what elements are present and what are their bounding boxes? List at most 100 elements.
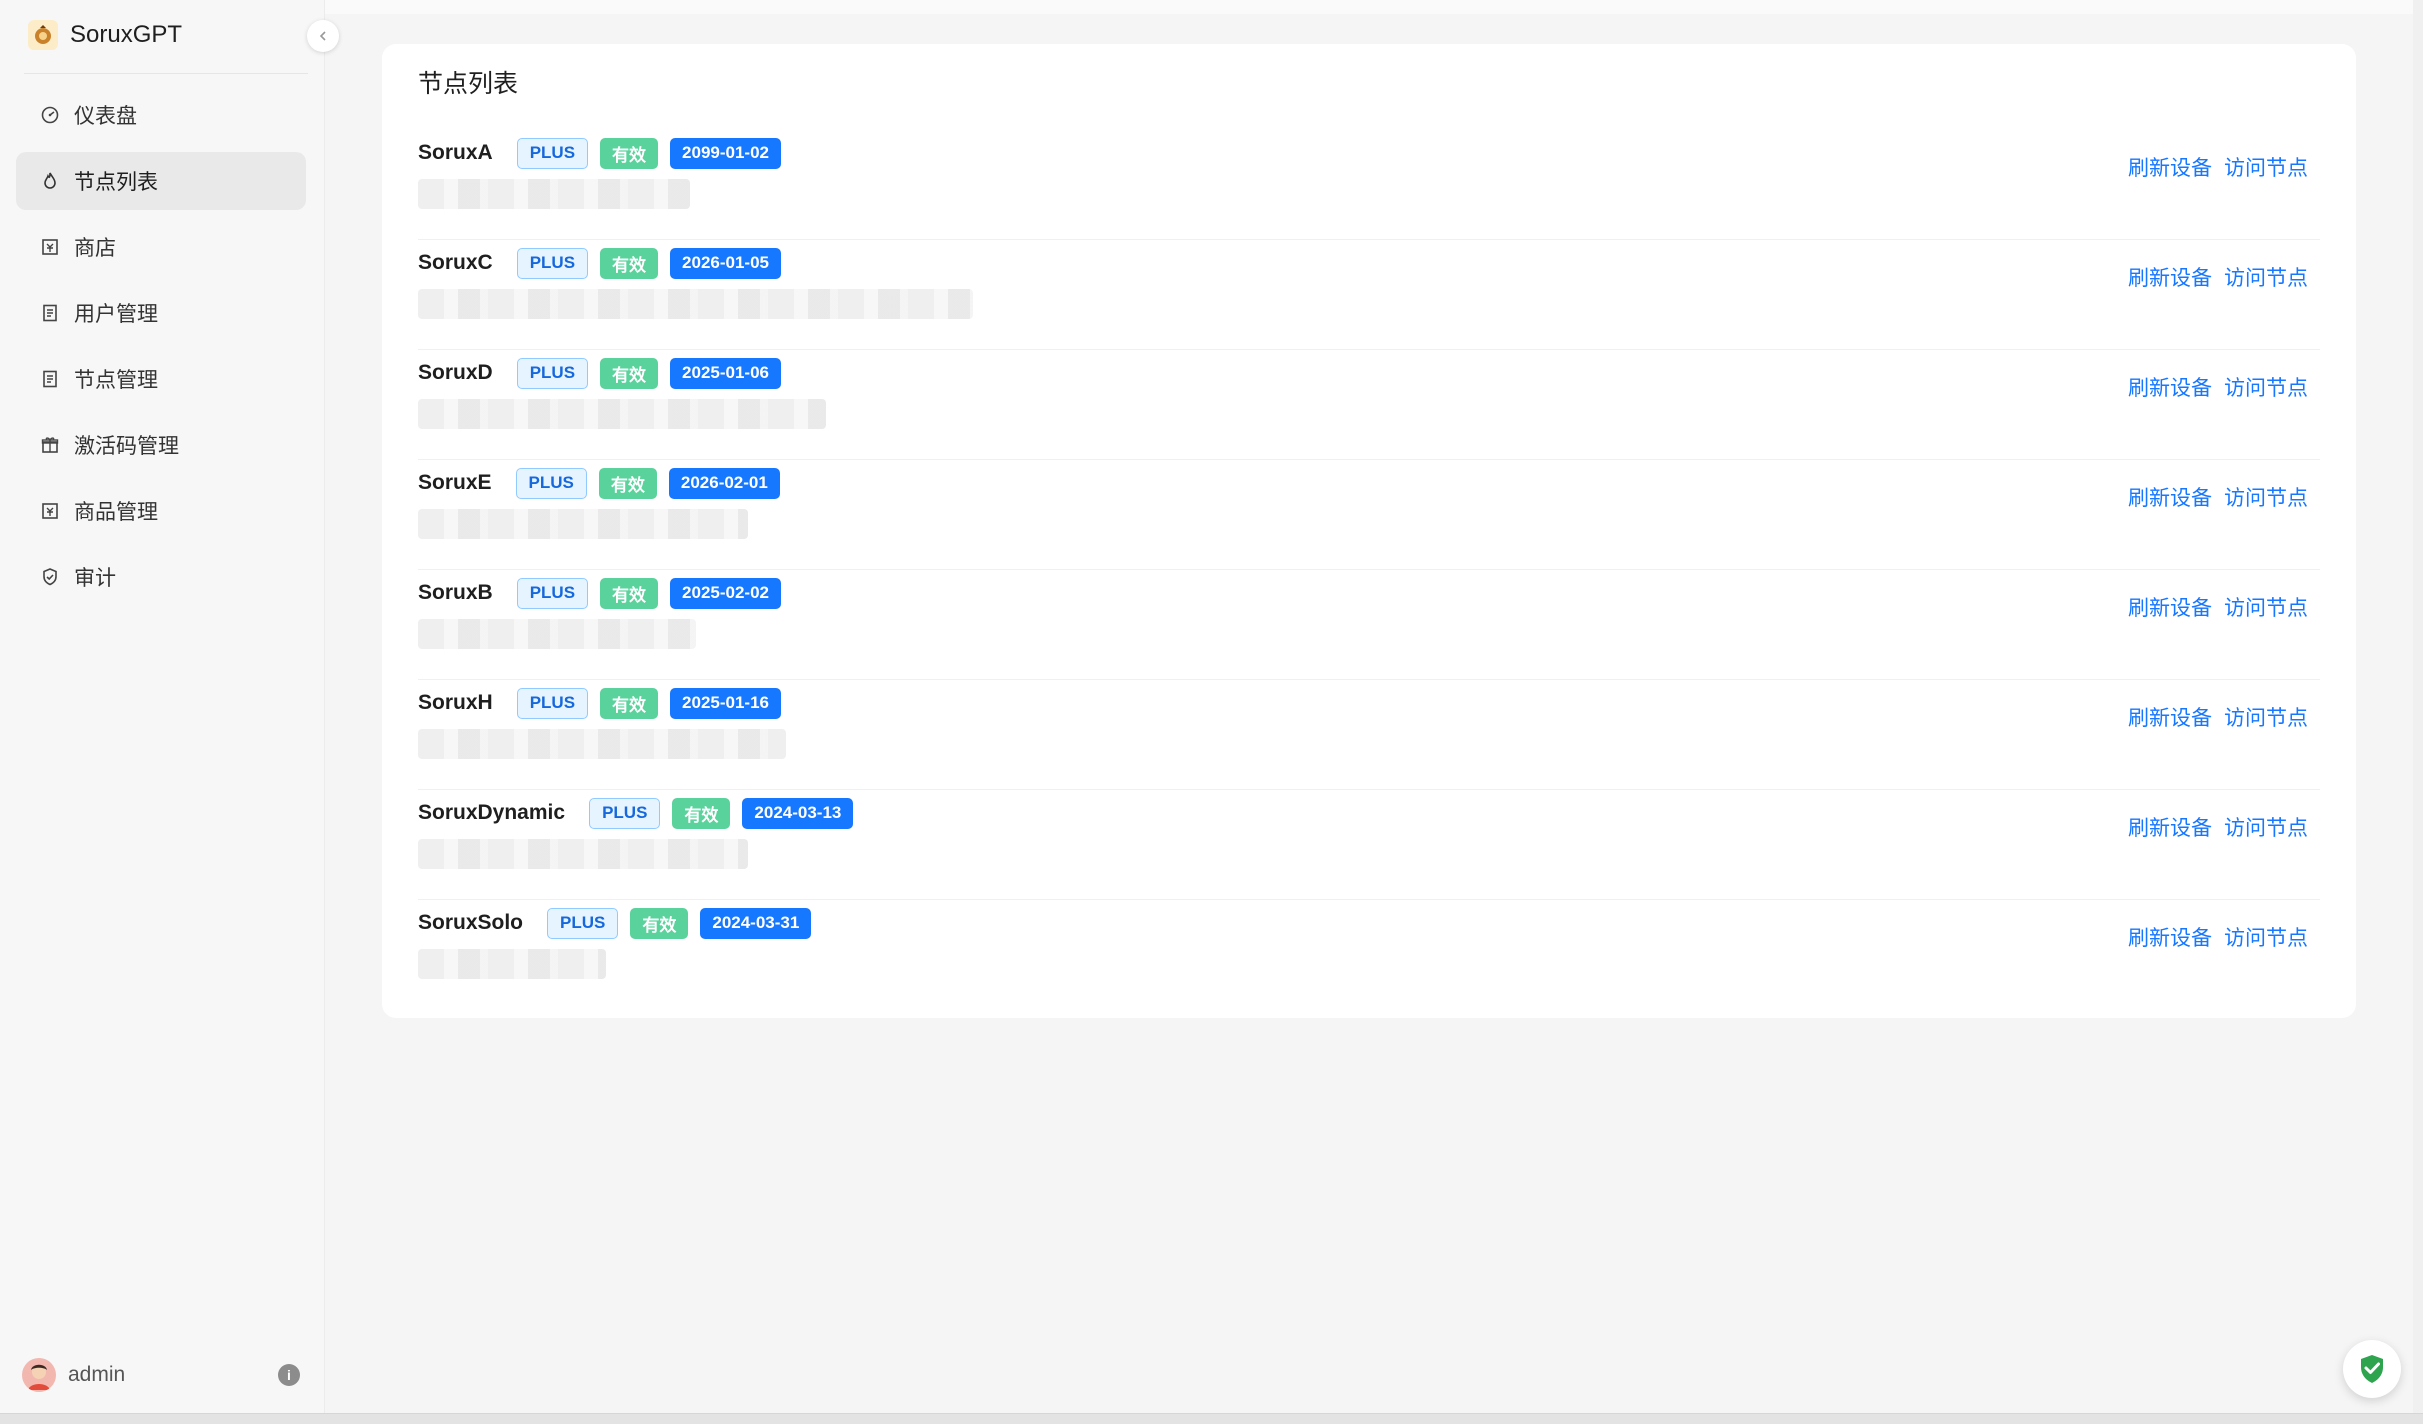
node-actions: 刷新设备 访问节点 — [2116, 812, 2308, 842]
plan-badge: PLUS — [516, 577, 589, 609]
app-name: SoruxGPT — [70, 21, 183, 48]
refresh-device-link[interactable]: 刷新设备 — [2128, 482, 2212, 512]
sidebar-item-label: 仪表盘 — [74, 105, 137, 128]
list-item: SoruxD PLUS 有效 2025-01-06 刷新设备 访问节点 — [418, 350, 2320, 460]
shop-icon — [40, 237, 60, 257]
sidebar-item-dashboard[interactable]: 仪表盘 — [16, 86, 306, 144]
node-name: SoruxB — [418, 581, 493, 604]
sidebar-item-activation-codes[interactable]: 激活码管理 — [16, 416, 306, 474]
node-header: SoruxH PLUS 有效 2025-01-16 — [418, 686, 793, 720]
gift-icon — [40, 435, 60, 455]
expiry-badge: 2026-02-01 — [668, 467, 780, 499]
node-list-card: 节点列表 SoruxA PLUS 有效 2099-01-02 刷新设备 访问节点… — [382, 44, 2356, 1018]
redacted-info — [418, 729, 786, 759]
node-header: SoruxA PLUS 有效 2099-01-02 — [418, 136, 793, 170]
visit-node-link[interactable]: 访问节点 — [2224, 372, 2308, 402]
node-header: SoruxD PLUS 有效 2025-01-06 — [418, 356, 793, 390]
redacted-info — [418, 949, 606, 979]
sidebar-item-node-management[interactable]: 节点管理 — [16, 350, 306, 408]
sidebar-item-audit[interactable]: 审计 — [16, 548, 306, 606]
node-actions: 刷新设备 访问节点 — [2116, 592, 2308, 622]
status-badge: 有效 — [672, 797, 731, 829]
redacted-info — [418, 289, 973, 319]
node-name: SoruxA — [418, 141, 493, 164]
sidebar-item-label: 用户管理 — [74, 303, 158, 326]
expiry-badge: 2024-03-13 — [742, 797, 854, 829]
user-profile[interactable]: admin — [22, 1358, 125, 1392]
status-badge: 有效 — [600, 687, 659, 719]
list-item: SoruxE PLUS 有效 2026-02-01 刷新设备 访问节点 — [418, 460, 2320, 570]
refresh-device-link[interactable]: 刷新设备 — [2128, 922, 2212, 952]
visit-node-link[interactable]: 访问节点 — [2224, 482, 2308, 512]
node-header: SoruxE PLUS 有效 2026-02-01 — [418, 466, 792, 500]
bottom-bar — [0, 1413, 2423, 1424]
sidebar-menu: 仪表盘 节点列表 商店 用户管理 节点管理 激活码管理 商品管理 审计 — [16, 86, 306, 614]
shield-check-icon — [40, 567, 60, 587]
refresh-device-link[interactable]: 刷新设备 — [2128, 702, 2212, 732]
list-item: SoruxDynamic PLUS 有效 2024-03-13 刷新设备 访问节… — [418, 790, 2320, 900]
refresh-device-link[interactable]: 刷新设备 — [2128, 262, 2212, 292]
security-status-button[interactable] — [2343, 1340, 2401, 1398]
user-name: admin — [68, 1363, 126, 1386]
sidebar-item-product-management[interactable]: 商品管理 — [16, 482, 306, 540]
sidebar-item-label: 节点列表 — [74, 171, 158, 194]
expiry-badge: 2025-01-06 — [670, 357, 781, 389]
top-strip — [325, 0, 2423, 14]
avatar-logo-icon — [28, 20, 58, 50]
scrollbar[interactable] — [2413, 0, 2423, 1413]
node-actions: 刷新设备 访问节点 — [2116, 702, 2308, 732]
collapse-sidebar-button[interactable] — [307, 20, 339, 52]
node-list: SoruxA PLUS 有效 2099-01-02 刷新设备 访问节点 Soru… — [418, 130, 2320, 1009]
visit-node-link[interactable]: 访问节点 — [2224, 702, 2308, 732]
info-icon[interactable]: i — [278, 1364, 300, 1386]
status-badge: 有效 — [630, 907, 689, 939]
status-badge: 有效 — [600, 137, 659, 169]
refresh-device-link[interactable]: 刷新设备 — [2128, 152, 2212, 182]
node-header: SoruxC PLUS 有效 2026-01-05 — [418, 246, 793, 280]
dashboard-icon — [40, 105, 60, 125]
node-name: SoruxE — [418, 471, 492, 494]
brand[interactable]: SoruxGPT — [28, 18, 182, 52]
avatar — [22, 1358, 56, 1392]
node-name: SoruxH — [418, 691, 493, 714]
sidebar-item-user-management[interactable]: 用户管理 — [16, 284, 306, 342]
redacted-info — [418, 839, 748, 869]
visit-node-link[interactable]: 访问节点 — [2224, 592, 2308, 622]
expiry-badge: 2099-01-02 — [670, 137, 781, 169]
divider — [24, 73, 308, 74]
node-header: SoruxDynamic PLUS 有效 2024-03-13 — [418, 796, 865, 830]
refresh-device-link[interactable]: 刷新设备 — [2128, 372, 2212, 402]
refresh-device-link[interactable]: 刷新设备 — [2128, 812, 2212, 842]
visit-node-link[interactable]: 访问节点 — [2224, 922, 2308, 952]
refresh-device-link[interactable]: 刷新设备 — [2128, 592, 2212, 622]
node-name: SoruxDynamic — [418, 801, 566, 824]
page-title: 节点列表 — [418, 70, 519, 98]
sidebar-item-label: 节点管理 — [74, 369, 158, 392]
node-name: SoruxSolo — [418, 911, 524, 934]
redacted-info — [418, 179, 690, 209]
visit-node-link[interactable]: 访问节点 — [2224, 152, 2308, 182]
sidebar-item-shop[interactable]: 商店 — [16, 218, 306, 276]
plan-badge: PLUS — [515, 467, 587, 499]
node-name: SoruxC — [418, 251, 493, 274]
expiry-badge: 2024-03-31 — [700, 907, 812, 939]
plan-badge: PLUS — [516, 687, 589, 719]
plan-badge: PLUS — [589, 797, 661, 829]
plan-badge: PLUS — [547, 907, 619, 939]
redacted-info — [418, 399, 826, 429]
list-item: SoruxH PLUS 有效 2025-01-16 刷新设备 访问节点 — [418, 680, 2320, 790]
status-badge: 有效 — [598, 467, 657, 499]
node-header: SoruxSolo PLUS 有效 2024-03-31 — [418, 906, 823, 940]
sidebar-item-label: 审计 — [74, 567, 116, 590]
shield-check-icon — [2361, 1355, 2383, 1383]
redacted-info — [418, 509, 748, 539]
plan-badge: PLUS — [516, 357, 589, 389]
visit-node-link[interactable]: 访问节点 — [2224, 262, 2308, 292]
shop-icon — [40, 501, 60, 521]
sidebar-item-node-list[interactable]: 节点列表 — [16, 152, 306, 210]
expiry-badge: 2026-01-05 — [670, 247, 781, 279]
plan-badge: PLUS — [516, 137, 589, 169]
node-actions: 刷新设备 访问节点 — [2116, 262, 2308, 292]
status-badge: 有效 — [600, 357, 659, 389]
visit-node-link[interactable]: 访问节点 — [2224, 812, 2308, 842]
